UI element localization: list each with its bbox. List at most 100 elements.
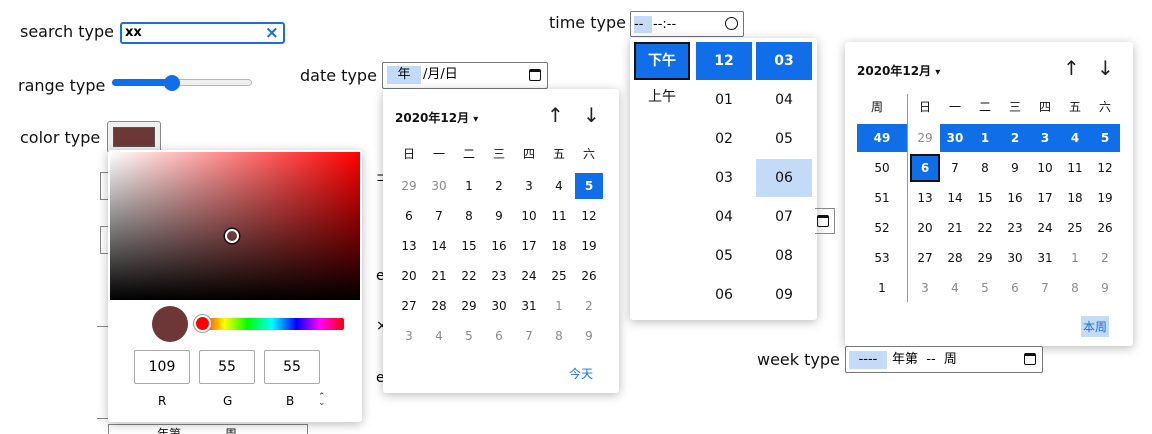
day-cell[interactable]: 9 <box>1000 154 1030 182</box>
day-cell[interactable]: 5 <box>455 323 483 349</box>
week-number[interactable]: 51 <box>857 184 907 212</box>
day-cell[interactable]: 5 <box>970 274 1000 302</box>
day-cell[interactable]: 1 <box>455 173 483 199</box>
search-input[interactable]: xx × <box>120 22 285 44</box>
day-cell[interactable]: 25 <box>1060 214 1090 242</box>
minute-option[interactable]: 04 <box>756 81 812 119</box>
day-cell[interactable]: 9 <box>575 323 603 349</box>
day-cell[interactable]: 22 <box>970 214 1000 242</box>
day-cell[interactable]: 1 <box>970 124 1000 152</box>
range-slider[interactable] <box>112 73 252 93</box>
day-cell[interactable]: 6 <box>485 323 513 349</box>
day-cell[interactable]: 12 <box>1090 154 1120 182</box>
calendar-icon[interactable] <box>1024 353 1036 365</box>
day-cell[interactable]: 14 <box>425 233 453 259</box>
day-cell[interactable]: 28 <box>940 244 970 272</box>
day-cell[interactable]: 1 <box>545 293 573 319</box>
day-cell[interactable]: 9 <box>485 203 513 229</box>
hour-option[interactable]: 01 <box>696 81 752 119</box>
day-cell[interactable]: 11 <box>1060 154 1090 182</box>
day-cell[interactable]: 2 <box>575 293 603 319</box>
day-cell[interactable]: 26 <box>575 263 603 289</box>
day-cell[interactable]: 10 <box>1030 154 1060 182</box>
day-cell[interactable]: 7 <box>1030 274 1060 302</box>
hue-handle[interactable] <box>194 315 211 332</box>
day-cell[interactable]: 7 <box>515 323 543 349</box>
next-month-icon[interactable]: ↓ <box>583 105 600 125</box>
day-cell[interactable]: 30 <box>1000 244 1030 272</box>
day-cell[interactable]: 12 <box>575 203 603 229</box>
ampm-option[interactable]: 上午 <box>634 82 690 112</box>
day-cell[interactable]: 28 <box>425 293 453 319</box>
time-hour-placeholder[interactable]: -- <box>634 16 652 33</box>
color-swatch-button[interactable] <box>107 121 161 153</box>
day-cell[interactable]: 15 <box>970 184 1000 212</box>
r-field[interactable]: 109 <box>134 350 190 384</box>
day-cell[interactable]: 6 <box>1000 274 1030 302</box>
day-cell[interactable]: 16 <box>485 233 513 259</box>
saturation-handle[interactable] <box>225 229 239 243</box>
date-input[interactable]: 年 /月/日 <box>382 62 548 89</box>
hour-option[interactable]: 04 <box>696 198 752 236</box>
day-cell[interactable]: 21 <box>940 214 970 242</box>
day-cell[interactable]: 18 <box>1060 184 1090 212</box>
day-cell[interactable]: 22 <box>455 263 483 289</box>
day-cell[interactable]: 23 <box>1000 214 1030 242</box>
clear-icon[interactable]: × <box>265 23 279 43</box>
day-cell[interactable]: 29 <box>910 124 940 152</box>
day-cell[interactable]: 4 <box>1060 124 1090 152</box>
day-cell[interactable]: 2 <box>1090 244 1120 272</box>
day-cell[interactable]: 7 <box>425 203 453 229</box>
day-cell[interactable]: 26 <box>1090 214 1120 242</box>
minute-option[interactable]: 08 <box>756 237 812 275</box>
day-cell[interactable]: 11 <box>545 203 573 229</box>
g-field[interactable]: 55 <box>199 350 255 384</box>
day-cell[interactable]: 20 <box>395 263 423 289</box>
time-input[interactable]: -- --:-- <box>630 11 744 37</box>
b-field[interactable]: 55 <box>264 350 320 384</box>
week-number[interactable]: 53 <box>857 244 907 272</box>
day-cell[interactable]: 14 <box>940 184 970 212</box>
day-cell[interactable]: 30 <box>940 124 970 152</box>
day-cell[interactable]: 4 <box>545 173 573 199</box>
day-cell[interactable]: 8 <box>545 323 573 349</box>
day-cell[interactable]: 9 <box>1090 274 1120 302</box>
calendar-icon[interactable] <box>529 69 541 81</box>
saturation-area[interactable] <box>110 152 360 300</box>
day-cell[interactable]: 5 <box>1090 124 1120 152</box>
hour-option[interactable]: 02 <box>696 120 752 158</box>
day-cell[interactable]: 1 <box>1060 244 1090 272</box>
day-cell[interactable]: 20 <box>910 214 940 242</box>
ampm-option[interactable]: 下午 <box>634 42 690 80</box>
day-cell[interactable]: 17 <box>1030 184 1060 212</box>
day-cell[interactable]: 30 <box>485 293 513 319</box>
day-cell[interactable]: 4 <box>940 274 970 302</box>
day-cell[interactable]: 2 <box>1000 124 1030 152</box>
date-month-selector[interactable]: 2020年12月 ▾ <box>395 109 478 126</box>
hour-option[interactable]: 05 <box>696 237 752 275</box>
week-year-placeholder[interactable]: ---- <box>849 351 887 369</box>
day-cell[interactable]: 27 <box>910 244 940 272</box>
day-cell[interactable]: 8 <box>970 154 1000 182</box>
today-button[interactable]: 今天 <box>569 365 593 382</box>
range-thumb[interactable] <box>164 75 180 91</box>
day-cell[interactable]: 23 <box>485 263 513 289</box>
hour-option[interactable]: 12 <box>696 42 752 80</box>
day-cell[interactable]: 6 <box>910 154 940 182</box>
week-month-selector[interactable]: 2020年12月 ▾ <box>857 62 940 79</box>
hour-option[interactable]: 06 <box>696 276 752 314</box>
prev-month-icon[interactable]: ↑ <box>1063 58 1080 78</box>
hour-option[interactable]: 03 <box>696 159 752 197</box>
day-cell[interactable]: 13 <box>395 233 423 259</box>
day-cell[interactable]: 31 <box>1030 244 1060 272</box>
day-cell[interactable]: 3 <box>910 274 940 302</box>
minute-option[interactable]: 06 <box>756 159 812 197</box>
day-cell[interactable]: 17 <box>515 233 543 259</box>
day-cell[interactable]: 6 <box>395 203 423 229</box>
day-cell[interactable]: 24 <box>1030 214 1060 242</box>
day-cell[interactable]: 30 <box>425 173 453 199</box>
day-cell[interactable]: 10 <box>515 203 543 229</box>
minute-option[interactable]: 05 <box>756 120 812 158</box>
day-cell[interactable]: 3 <box>1030 124 1060 152</box>
day-cell[interactable]: 29 <box>395 173 423 199</box>
